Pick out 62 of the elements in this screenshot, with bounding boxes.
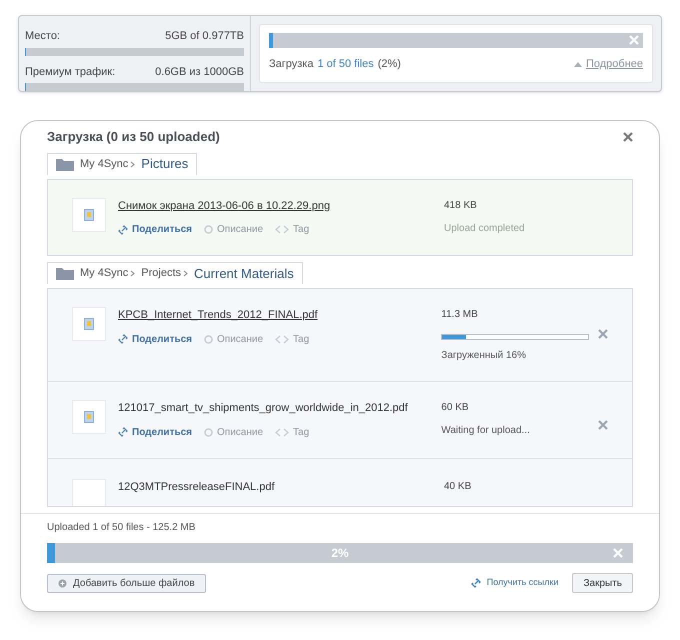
dialog-title: Загрузка (0 из 50 uploaded) <box>47 128 220 146</box>
storage-label: Место: <box>25 29 60 44</box>
file-size: 418 KB <box>444 198 478 212</box>
plus-circle-icon <box>58 578 67 588</box>
image-file-icon <box>84 208 94 220</box>
upload-status: Загруженный 16% <box>441 349 527 363</box>
close-button[interactable]: Закрыть <box>572 573 633 593</box>
storage-value: 0.6GB из 1000GB <box>155 64 244 80</box>
storage-value: 5GB of 0.977TB <box>165 29 244 44</box>
code-icon <box>275 225 290 234</box>
triangle-up-icon <box>574 62 582 67</box>
code-icon <box>275 428 290 436</box>
upload-count: 1 of 50 files <box>317 57 374 72</box>
file-name[interactable]: Снимок экрана 2013-06-06 в 10.22.29.png <box>118 198 428 214</box>
description-link[interactable]: Описание <box>217 222 264 237</box>
circle-icon <box>204 428 214 436</box>
chevron-right-icon <box>130 270 136 277</box>
tag-link[interactable]: Tag <box>293 332 310 346</box>
link-icon <box>118 224 128 234</box>
circle-icon <box>204 334 214 344</box>
file-size: 11.3 MB <box>441 308 479 322</box>
details-link[interactable]: Подробнее <box>586 56 643 72</box>
close-icon[interactable] <box>598 420 608 430</box>
circle-icon <box>204 225 214 234</box>
image-file-icon <box>84 318 94 330</box>
link-icon <box>470 578 481 588</box>
file-size: 60 KB <box>441 401 470 415</box>
code-icon <box>275 334 290 344</box>
upload-status: Waiting for upload... <box>441 424 531 438</box>
folder-name: Current Materials <box>194 264 294 283</box>
add-files-button[interactable]: Добавить больше файлов <box>47 574 206 592</box>
file-name: 121017_smart_tv_shipments_grow_worldwide_in_2012.pdf <box>118 401 409 416</box>
file-name: 12Q3MTPressreleaseFINAL.pdf <box>118 480 276 494</box>
link-icon <box>118 334 128 344</box>
total-percent: 2% <box>331 545 349 562</box>
description-link[interactable]: Описание <box>217 424 264 440</box>
share-link[interactable]: Поделиться <box>132 222 192 237</box>
file-name[interactable]: KPCB_Internet_Trends_2012_FINAL.pdf <box>118 307 426 324</box>
share-link[interactable]: Поделиться <box>132 424 192 440</box>
storage-label: Премиум трафик: <box>25 64 116 80</box>
folder-icon <box>56 267 74 280</box>
close-icon[interactable] <box>623 132 633 142</box>
tag-link[interactable]: Tag <box>293 424 310 440</box>
close-icon[interactable] <box>598 329 608 339</box>
upload-label: Загрузка <box>269 57 314 72</box>
breadcrumb-item[interactable]: My 4Sync <box>80 156 128 172</box>
upload-summary: Uploaded 1 of 50 files - 125.2 MB <box>47 521 196 535</box>
folder-icon <box>56 158 74 170</box>
tag-link[interactable]: Tag <box>293 222 310 237</box>
get-links-link[interactable]: Получить ссылки <box>470 576 558 590</box>
breadcrumb-item[interactable]: Projects <box>141 265 182 282</box>
image-file-icon <box>84 411 94 423</box>
share-link[interactable]: Поделиться <box>132 332 192 346</box>
chevron-right-icon <box>130 160 136 168</box>
link-icon <box>118 427 128 437</box>
description-link[interactable]: Описание <box>217 332 264 346</box>
file-size: 40 KB <box>444 480 472 494</box>
upload-status: Upload completed <box>444 222 526 236</box>
folder-name: Pictures <box>141 155 188 174</box>
breadcrumb-item[interactable]: My 4Sync <box>80 265 128 282</box>
chevron-right-icon <box>183 270 188 277</box>
upload-percent: (2%) <box>378 57 401 72</box>
